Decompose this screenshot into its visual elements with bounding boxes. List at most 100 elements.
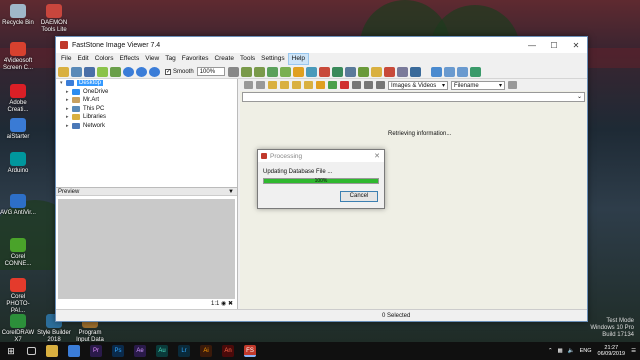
chevron-down-icon[interactable]: ⌄ [577, 94, 582, 100]
taskbar-app-animate[interactable]: An [222, 345, 234, 357]
up-folder-icon[interactable] [268, 81, 277, 89]
smooth-checkbox[interactable]: ✓ Smooth [165, 68, 194, 75]
menu-file[interactable]: File [58, 53, 74, 65]
desktop-icon[interactable]: aiStarter [0, 118, 36, 141]
favorite-icon[interactable] [316, 81, 325, 89]
forward-icon[interactable] [256, 81, 265, 89]
close-icon[interactable]: ✕ [374, 152, 380, 160]
menu-tools[interactable]: Tools [237, 53, 258, 65]
notification-icon[interactable]: ☰ [631, 348, 636, 354]
view-thumbs-icon[interactable] [376, 81, 385, 89]
view-details-icon[interactable] [364, 81, 373, 89]
crop-icon[interactable] [266, 66, 278, 77]
compare-icon[interactable] [357, 66, 369, 77]
tag-icon[interactable] [370, 66, 382, 77]
batch-icon[interactable] [383, 66, 395, 77]
zoom-select[interactable]: 100% [196, 67, 225, 76]
fullscreen-icon[interactable] [409, 66, 421, 77]
dialog-title-bar[interactable]: Processing ✕ [258, 150, 384, 162]
email-icon[interactable] [97, 66, 108, 77]
desktop-icon[interactable]: Arduino [0, 152, 36, 175]
layout-1-icon[interactable] [430, 66, 442, 77]
move-icon[interactable] [304, 81, 313, 89]
tree-item-desktop[interactable]: ▾ Desktop [56, 79, 237, 88]
preview-info-icon[interactable]: ◉ [221, 301, 226, 307]
back-icon[interactable] [244, 81, 253, 89]
path-input[interactable]: ⌄ [242, 92, 585, 102]
menu-effects[interactable]: Effects [116, 53, 142, 65]
desktop-icon[interactable]: CorelDRAW X7 [0, 314, 36, 344]
layout-4-icon[interactable] [469, 66, 481, 77]
desktop-icon[interactable]: DAEMON Tools Lite [36, 4, 72, 34]
taskbar-app-illustrator[interactable]: Ai [200, 345, 212, 357]
clock[interactable]: 21:27 06/09/2019 [598, 345, 626, 357]
volume-icon[interactable]: 🔈 [568, 348, 575, 354]
sort-order-icon[interactable] [508, 81, 517, 89]
folder-icon[interactable] [58, 66, 69, 77]
zoom-out-icon[interactable] [136, 66, 147, 77]
taskbar-app-audition[interactable]: Au [156, 345, 168, 357]
menu-settings[interactable]: Settings [258, 53, 288, 65]
tree-item-mrart[interactable]: ▸ Mr.Art [56, 96, 237, 105]
file-filter-select[interactable]: Images & Videos ▾ [388, 80, 448, 90]
menu-help[interactable]: Help [287, 53, 310, 65]
scanner-icon[interactable] [396, 66, 408, 77]
menu-favorites[interactable]: Favorites [179, 53, 212, 65]
effects-icon[interactable] [305, 66, 317, 77]
file-explorer-icon[interactable] [46, 345, 58, 357]
taskbar-app-aftereffects[interactable]: Ae [134, 345, 146, 357]
tree-item-onedrive[interactable]: ▸ OneDrive [56, 88, 237, 97]
desktop-icon[interactable]: 4Videosoft Screen C... [0, 42, 36, 72]
menu-tag[interactable]: Tag [162, 53, 178, 65]
tree-item-network[interactable]: ▸ Network [56, 122, 237, 131]
tray-up-icon[interactable]: ⌃ [548, 348, 553, 354]
desktop-icon[interactable]: Corel PHOTO-PAI... [0, 278, 36, 315]
minimize-icon[interactable]: — [521, 37, 543, 53]
close-icon[interactable]: ✕ [565, 37, 587, 53]
open-icon[interactable] [71, 66, 82, 77]
menu-view[interactable]: View [142, 53, 162, 65]
rotate-left-icon[interactable] [240, 66, 252, 77]
actual-size-icon[interactable] [149, 66, 160, 77]
save-icon[interactable] [84, 66, 95, 77]
desktop-icon[interactable]: Recycle Bin [0, 4, 36, 27]
layout-3-icon[interactable] [456, 66, 468, 77]
desktop-icon[interactable]: Corel CONNE... [0, 238, 36, 268]
menu-edit[interactable]: Edit [74, 53, 91, 65]
resize-icon[interactable] [279, 66, 291, 77]
rotate-right-icon[interactable] [253, 66, 265, 77]
taskbar-app-faststone[interactable]: FS [244, 345, 256, 357]
slideshow-icon[interactable] [344, 66, 356, 77]
tree-item-thispc[interactable]: ▸ This PC [56, 105, 237, 114]
preview-fit-icon[interactable]: ✖ [228, 301, 233, 307]
sort-select[interactable]: Filename ▾ [451, 80, 505, 90]
clone-icon[interactable] [331, 66, 343, 77]
copy-icon[interactable] [292, 81, 301, 89]
cancel-button[interactable]: Cancel [340, 191, 378, 202]
delete-icon[interactable] [340, 81, 349, 89]
hand-icon[interactable] [227, 66, 239, 77]
layout-2-icon[interactable] [443, 66, 455, 77]
network-tray-icon[interactable]: ▩ [558, 348, 563, 354]
windows-start-icon[interactable]: ⊞ [5, 345, 17, 357]
refresh-icon[interactable] [328, 81, 337, 89]
desktop-icon[interactable]: AVG AntiVir... [0, 194, 36, 217]
title-bar[interactable]: FastStone Image Viewer 7.4 — ☐ ✕ [56, 37, 587, 53]
redeye-icon[interactable] [318, 66, 330, 77]
view-list-icon[interactable] [352, 81, 361, 89]
taskbar-app-lightroom[interactable]: Lr [178, 345, 190, 357]
zoom-in-icon[interactable] [123, 66, 134, 77]
print-icon[interactable] [110, 66, 121, 77]
new-folder-icon[interactable] [280, 81, 289, 89]
menu-colors[interactable]: Colors [92, 53, 117, 65]
task-view-icon[interactable] [27, 347, 36, 355]
menu-create[interactable]: Create [211, 53, 237, 65]
store-icon[interactable] [68, 345, 80, 357]
language-indicator[interactable]: ENG [580, 348, 592, 354]
tree-item-libraries[interactable]: ▸ Libraries [56, 113, 237, 122]
maximize-icon[interactable]: ☐ [543, 37, 565, 53]
desktop-icon[interactable]: Adobe Creati... [0, 84, 36, 114]
preview-zoom-label[interactable]: 1:1 [211, 301, 219, 307]
taskbar-app-photoshop[interactable]: Ps [112, 345, 124, 357]
taskbar-app-premiere[interactable]: Pr [90, 345, 102, 357]
